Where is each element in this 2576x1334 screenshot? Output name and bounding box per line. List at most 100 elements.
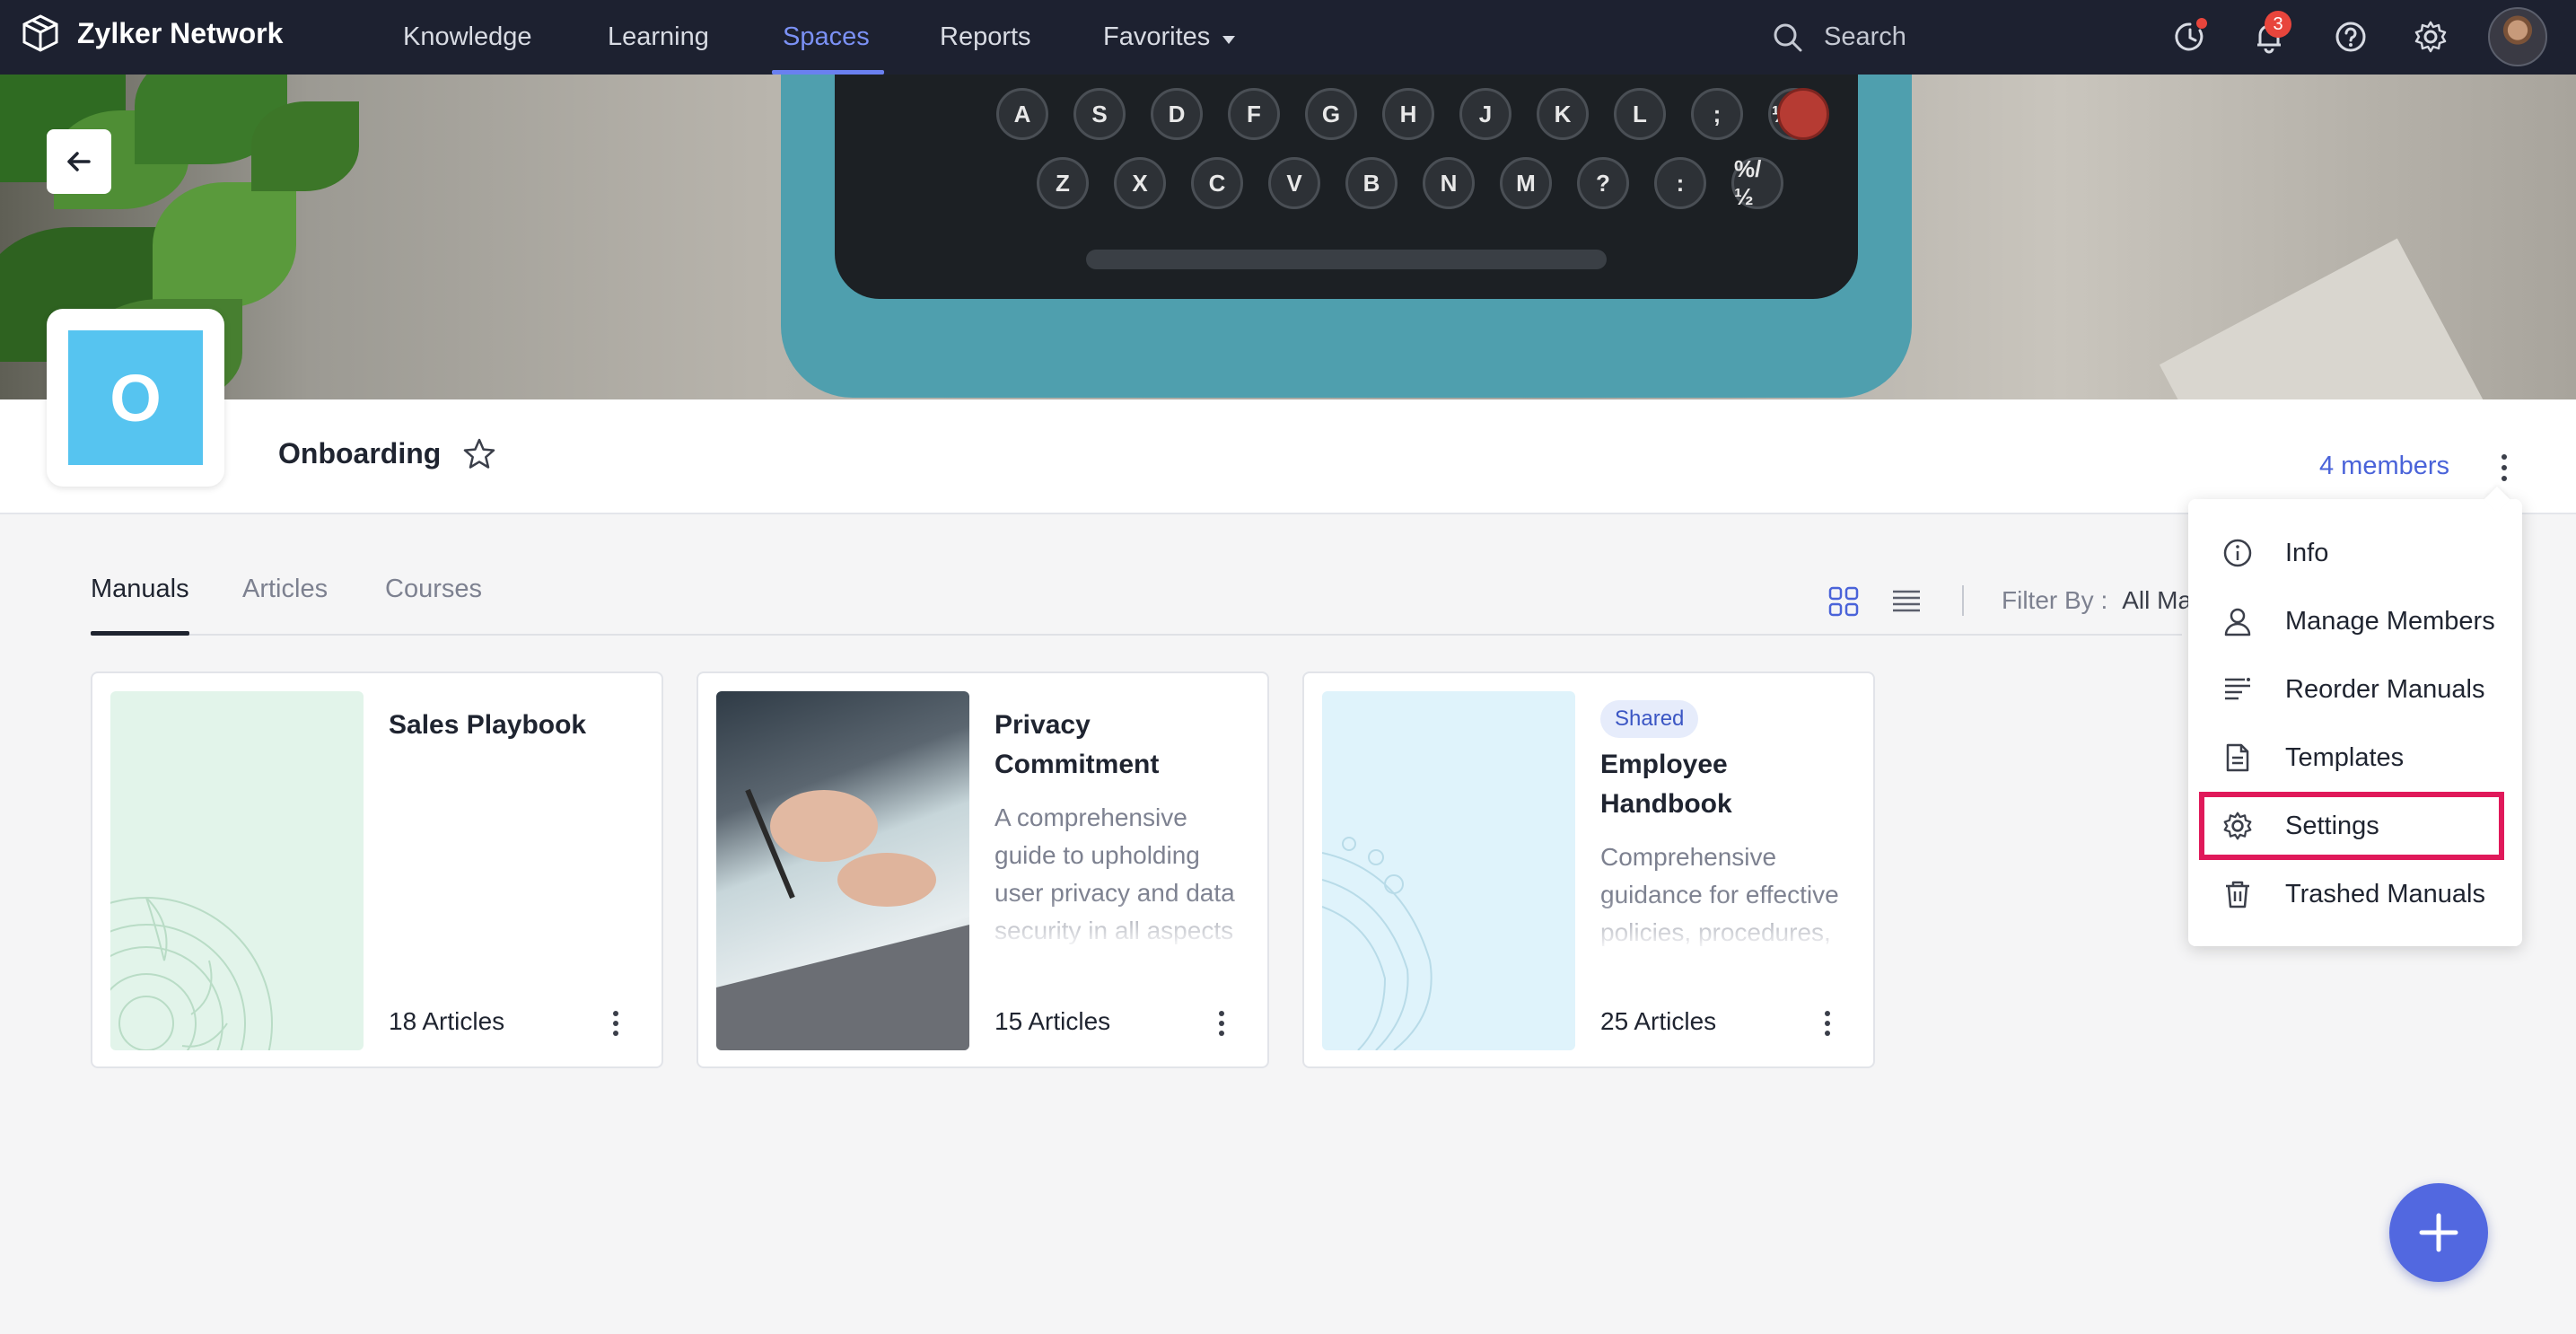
typewriter-key: Z	[1037, 157, 1089, 209]
typewriter-key: A	[996, 88, 1048, 140]
manual-card-employee-handbook[interactable]: Shared Employee Handbook Comprehensive g…	[1302, 671, 1875, 1068]
typewriter-key: :	[1654, 157, 1706, 209]
add-button[interactable]	[2389, 1183, 2488, 1282]
typewriter-key: B	[1345, 157, 1398, 209]
typewriter-key: K	[1537, 88, 1589, 140]
history-dot	[2196, 18, 2207, 29]
plant-leaf	[153, 182, 296, 308]
trash-icon	[2222, 879, 2253, 909]
typewriter-key: S	[1073, 88, 1126, 140]
typewriter-key: C	[1191, 157, 1243, 209]
manual-cover	[110, 691, 364, 1050]
mandala-pattern-icon	[110, 897, 273, 1050]
typewriter-key: F	[1228, 88, 1280, 140]
menu-item-manage-members[interactable]: Manage Members	[2188, 587, 2522, 655]
filter-label: Filter By :	[2002, 586, 2108, 614]
typewriter-key: L	[1614, 88, 1666, 140]
search-icon	[1774, 23, 1802, 51]
shared-badge: Shared	[1600, 700, 1699, 738]
members-link[interactable]: 4 members	[2319, 452, 2449, 481]
star-icon	[463, 438, 495, 469]
article-count: 15 Articles	[994, 1007, 1111, 1035]
more-vertical-icon	[2502, 454, 2507, 460]
grid-view-button[interactable]	[1827, 585, 1863, 621]
active-tab-indicator	[91, 631, 189, 636]
space-logo: O	[47, 309, 224, 487]
manual-description: A comprehensive guide to upholding user …	[994, 799, 1251, 950]
typewriter-key: ;	[1691, 88, 1743, 140]
manual-card-privacy-commitment[interactable]: Privacy Commitment A comprehensive guide…	[697, 671, 1269, 1068]
space-more-button[interactable]	[2486, 447, 2522, 488]
manual-cover	[1322, 691, 1575, 1050]
typewriter-image: ASDFGHJKL;⅓/⅔ ZXCVBNM?:%/½	[781, 75, 1912, 398]
nav-spaces[interactable]: Spaces	[772, 0, 884, 75]
favorite-star-button[interactable]	[461, 436, 501, 476]
reorder-icon	[2222, 674, 2253, 705]
nav-favorites[interactable]: Favorites	[1103, 0, 1236, 75]
template-icon	[2222, 742, 2253, 773]
typewriter-key: ?	[1577, 157, 1629, 209]
menu-item-trashed-manuals[interactable]: Trashed Manuals	[2188, 860, 2522, 928]
menu-item-label: Trashed Manuals	[2285, 879, 2485, 908]
manual-title: Privacy Commitment	[994, 710, 1160, 779]
typewriter-key: G	[1305, 88, 1357, 140]
typewriter-key: D	[1151, 88, 1203, 140]
nav-reports[interactable]: Reports	[940, 0, 1031, 75]
card-more-button[interactable]	[1814, 1005, 1841, 1041]
notification-badge: 3	[2265, 11, 2291, 38]
typewriter-key: N	[1423, 157, 1475, 209]
toolbar-divider	[1962, 585, 1964, 616]
settings-button[interactable]	[2410, 16, 2451, 57]
tab-courses[interactable]: Courses	[385, 575, 482, 604]
manual-cover-photo	[716, 691, 969, 1050]
menu-item-label: Templates	[2285, 742, 2405, 772]
menu-item-templates[interactable]: Templates	[2188, 724, 2522, 792]
more-vertical-icon	[1219, 1011, 1224, 1016]
nav-learning[interactable]: Learning	[608, 0, 709, 75]
article-count: 25 Articles	[1600, 1007, 1717, 1035]
nav-knowledge[interactable]: Knowledge	[403, 0, 532, 75]
gear-icon	[2222, 811, 2253, 841]
typewriter-key: V	[1268, 157, 1320, 209]
gear-icon	[2414, 21, 2447, 53]
space-options-menu: Info Manage Members Reorder Manuals Temp…	[2188, 499, 2522, 946]
list-view-button[interactable]	[1890, 585, 1926, 621]
grid-view-icon	[1828, 586, 1859, 617]
filter-value: All Ma	[2122, 586, 2193, 614]
manual-card-sales-playbook[interactable]: Sales Playbook 18 Articles	[91, 671, 663, 1068]
typewriter-key: M	[1500, 157, 1552, 209]
plant-leaf	[251, 101, 359, 191]
back-button[interactable]	[47, 129, 111, 194]
menu-item-reorder-manuals[interactable]: Reorder Manuals	[2188, 655, 2522, 724]
tab-articles[interactable]: Articles	[242, 575, 328, 604]
tab-manuals[interactable]: Manuals	[91, 575, 189, 604]
brand-logo-icon	[22, 14, 58, 52]
search-box[interactable]: Search	[1772, 0, 1906, 75]
more-vertical-icon	[613, 1011, 618, 1016]
avatar[interactable]	[2488, 7, 2547, 66]
menu-item-info[interactable]: Info	[2188, 519, 2522, 587]
help-icon	[2335, 22, 2366, 52]
filter-dropdown[interactable]: Filter By : All Ma	[2002, 586, 2192, 615]
menu-item-label: Settings	[2285, 811, 2379, 840]
user-icon	[2222, 606, 2253, 636]
help-button[interactable]	[2330, 16, 2371, 57]
notebook-image	[2159, 238, 2491, 399]
menu-item-label: Reorder Manuals	[2285, 674, 2485, 704]
more-vertical-icon	[1825, 1011, 1830, 1016]
search-placeholder: Search	[1824, 22, 1906, 51]
manual-description: Comprehensive guidance for effective pol…	[1600, 838, 1857, 952]
brand[interactable]: Zylker Network	[20, 13, 283, 54]
arrow-left-icon	[67, 152, 91, 171]
space-banner: ASDFGHJKL;⅓/⅔ ZXCVBNM?:%/½	[0, 75, 2576, 399]
menu-item-settings[interactable]: Settings	[2199, 792, 2504, 860]
notifications-button[interactable]: 3	[2248, 11, 2291, 57]
signing-photo-icon	[716, 788, 969, 1050]
typewriter-key: H	[1382, 88, 1434, 140]
card-more-button[interactable]	[1208, 1005, 1235, 1041]
history-button[interactable]	[2169, 16, 2211, 57]
menu-item-label: Info	[2285, 538, 2329, 567]
typewriter-spacebar	[1086, 250, 1607, 269]
mandala-pattern-icon	[1322, 837, 1433, 1050]
card-more-button[interactable]	[602, 1005, 629, 1041]
